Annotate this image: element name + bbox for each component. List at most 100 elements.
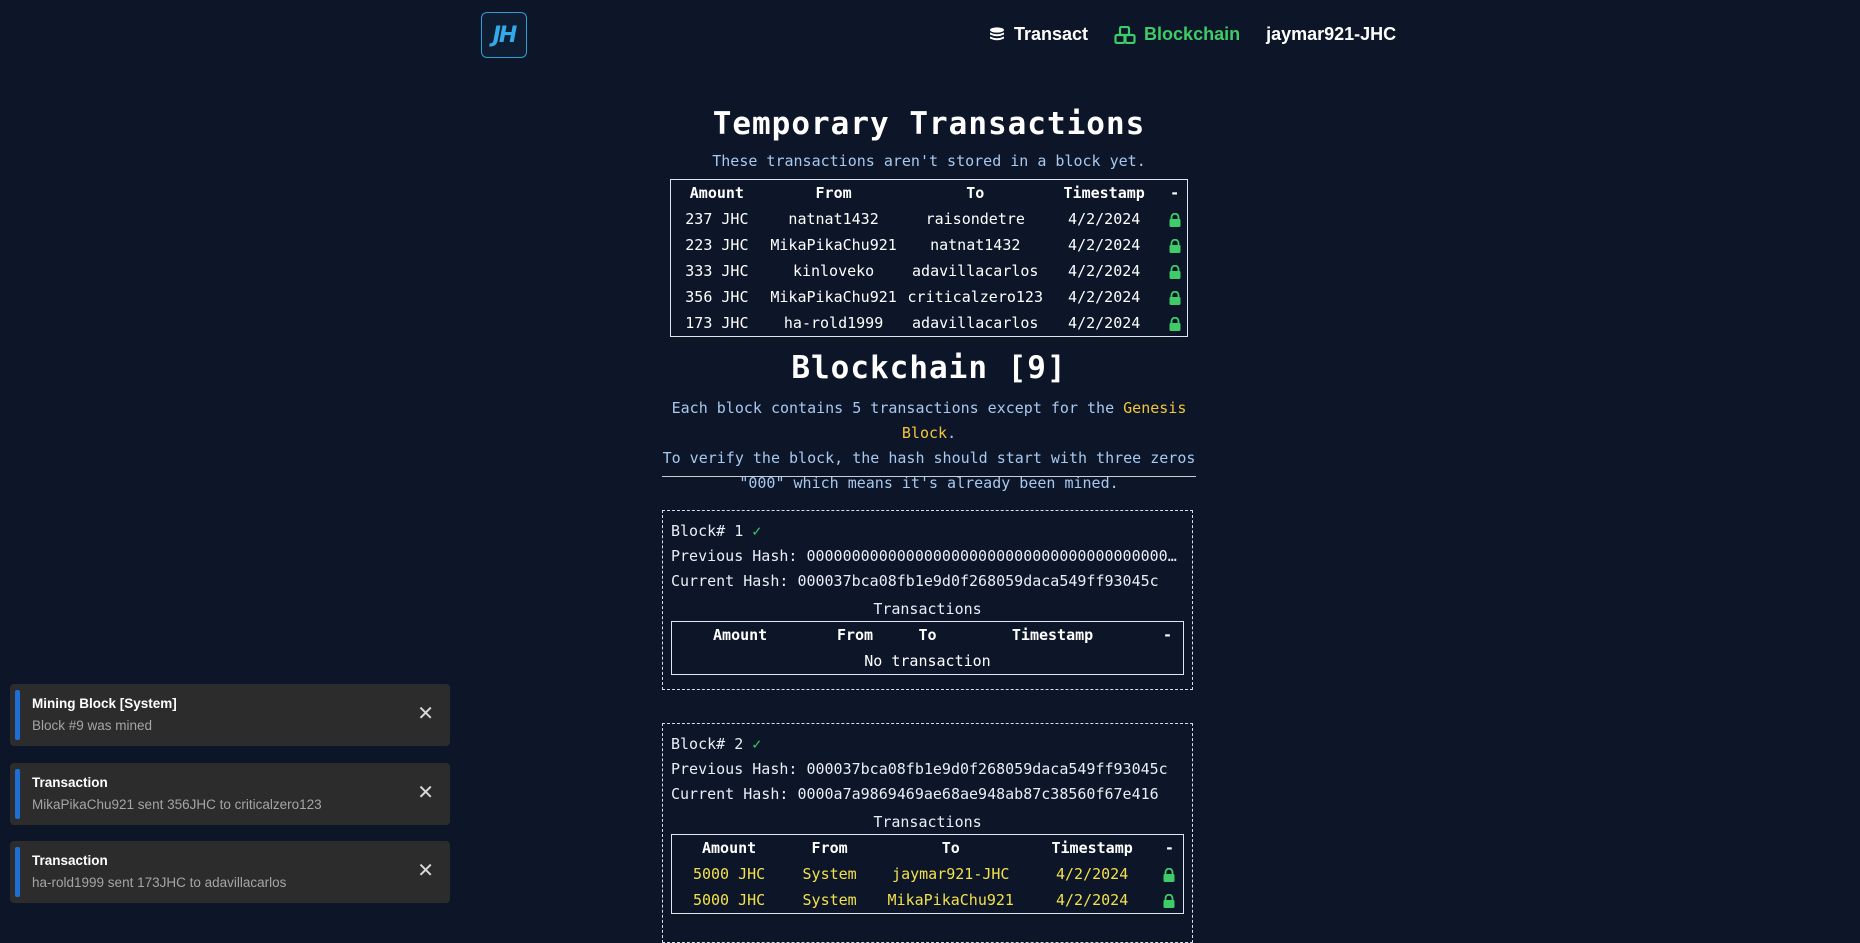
no-transaction-text: No transaction: [864, 652, 991, 670]
block-card: Block# 1 ✓ Previous Hash: 00000000000000…: [662, 510, 1193, 690]
from-cell: System: [802, 891, 857, 909]
lock-icon: [1163, 867, 1175, 882]
from-cell: System: [802, 865, 857, 883]
block-tx-table: Amount From To Timestamp - No transactio…: [671, 621, 1184, 675]
block-tx-title: Transactions: [873, 600, 982, 618]
close-icon[interactable]: ✕: [417, 783, 434, 803]
temp-table-header: Amount From To Timestamp -: [671, 180, 1188, 207]
nav-user[interactable]: jaymar921-JHC: [1266, 24, 1396, 45]
nav-transact[interactable]: Transact: [988, 24, 1088, 45]
col-timestamp: Timestamp: [1063, 184, 1145, 202]
toast-title: Transaction: [32, 775, 108, 790]
verified-check-icon: ✓: [752, 735, 762, 753]
curr-hash-line: Current Hash: 000037bca08fb1e9d0f268059d…: [671, 569, 1184, 594]
status-cell: [1162, 310, 1187, 337]
block-number: Block# 2: [671, 735, 744, 753]
toast-notification: Transaction ha-rold1999 sent 173JHC to a…: [10, 841, 450, 903]
nav-blockchain-label: Blockchain: [1144, 24, 1241, 44]
to-cell: adavillacarlos: [912, 314, 1039, 332]
timestamp-cell: 4/2/2024: [1056, 891, 1129, 909]
col-status: -: [1164, 839, 1174, 857]
prev-hash-label: Previous Hash:: [671, 760, 798, 778]
col-from: From: [836, 626, 874, 644]
table-row: 356 JHC MikaPikaChu921 criticalzero123 4/2/…: [671, 284, 1188, 310]
col-status: -: [1162, 626, 1172, 644]
table-row: 223 JHC MikaPikaChu921 natnat1432 4/2/2024: [671, 232, 1188, 258]
lock-icon: [1169, 290, 1181, 305]
temp-table-wrap: Amount From To Timestamp - 237 JHC natnat…: [670, 179, 1188, 337]
lock-icon: [1163, 893, 1175, 908]
curr-hash-line: Current Hash: 0000a7a9869469ae68ae948ab8…: [671, 782, 1184, 807]
empty-row: No transaction: [672, 648, 1184, 675]
col-to: To: [941, 839, 960, 857]
prev-hash-label: Previous Hash:: [671, 547, 798, 565]
to-cell: natnat1432: [930, 236, 1021, 254]
temp-section: Temporary Transactions These transaction…: [662, 106, 1196, 170]
status-cell: [1156, 887, 1184, 914]
toast-accent-bar: [15, 690, 20, 740]
top-nav: Transact Blockchain jaymar921-JHC: [988, 24, 1396, 45]
block-tx-header: Amount From To Timestamp -: [672, 835, 1184, 862]
table-row: 333 JHC kinloveko adavillacarlos 4/2/2024: [671, 258, 1188, 284]
temp-table: Amount From To Timestamp - 237 JHC natnat…: [670, 179, 1188, 337]
prev-hash-value: 0000000000000000000000000000000000000000…: [806, 547, 1184, 565]
block-label: Block# 1 ✓: [671, 519, 1184, 544]
coins-icon: [990, 26, 1004, 40]
table-row: 5000 JHC System jaymar921-JHC 4/2/2024: [672, 861, 1184, 887]
logo[interactable]: JH: [481, 12, 527, 58]
block-label: Block# 2 ✓: [671, 732, 1184, 757]
amount-cell: 356 JHC: [685, 288, 749, 306]
timestamp-cell: 4/2/2024: [1068, 314, 1141, 332]
temp-table-body: 237 JHC natnat1432 raisondetre 4/2/2024 223 …: [671, 206, 1188, 337]
from-cell: MikaPikaChu921: [770, 288, 897, 306]
amount-cell: 5000 JHC: [692, 891, 766, 909]
from-cell: kinloveko: [792, 262, 875, 280]
cubes-icon: [1114, 25, 1136, 44]
chain-desc-part1-end: .: [947, 424, 957, 442]
lock-icon: [1169, 212, 1181, 227]
curr-hash-value: 0000a7a9869469ae68ae948ab87c38560f67e416: [797, 785, 1159, 803]
block-tx-body: 5000 JHC System jaymar921-JHC 4/2/2024 5000 …: [672, 861, 1184, 914]
col-from: From: [815, 184, 852, 202]
timestamp-cell: 4/2/2024: [1068, 210, 1141, 228]
block-number: Block# 1: [671, 522, 744, 540]
amount-cell: 237 JHC: [685, 210, 749, 228]
toast-accent-bar: [15, 847, 20, 897]
nav-transact-label: Transact: [1014, 24, 1089, 44]
nav-blockchain[interactable]: Blockchain: [1114, 24, 1240, 45]
col-amount: Amount: [701, 839, 757, 857]
col-timestamp: Timestamp: [1051, 839, 1133, 857]
status-cell: [1156, 861, 1184, 887]
temp-subtitle: These transactions aren't stored in a bl…: [712, 152, 1146, 170]
col-to: To: [966, 184, 985, 202]
curr-hash-label: Current Hash:: [671, 785, 789, 803]
table-row: 5000 JHC System MikaPikaChu921 4/2/2024: [672, 887, 1184, 914]
block-tx-title: Transactions: [873, 813, 982, 831]
prev-hash-value: 000037bca08fb1e9d0f268059daca549ff93045c: [806, 760, 1168, 778]
timestamp-cell: 4/2/2024: [1056, 865, 1129, 883]
close-icon[interactable]: ✕: [417, 861, 434, 881]
amount-cell: 5000 JHC: [692, 865, 766, 883]
to-cell: adavillacarlos: [912, 262, 1039, 280]
col-amount: Amount: [713, 626, 768, 644]
table-row: 237 JHC natnat1432 raisondetre 4/2/2024: [671, 206, 1188, 232]
table-row: 173 JHC ha-rold1999 adavillacarlos 4/2/2024: [671, 310, 1188, 337]
timestamp-cell: 4/2/2024: [1068, 288, 1141, 306]
to-cell: raisondetre: [925, 210, 1025, 228]
to-cell: MikaPikaChu921: [887, 891, 1014, 909]
from-cell: natnat1432: [788, 210, 879, 228]
status-cell: [1162, 284, 1187, 310]
toast-message: ha-rold1999 sent 173JHC to adavillacarlo…: [32, 875, 287, 890]
col-to: To: [918, 626, 937, 644]
lock-icon: [1169, 264, 1181, 279]
chain-section: Blockchain [9] Each block contains 5 tra…: [662, 350, 1196, 496]
to-cell: jaymar921-JHC: [892, 865, 1010, 883]
col-timestamp: Timestamp: [1011, 626, 1094, 644]
close-icon[interactable]: ✕: [417, 704, 434, 724]
status-cell: [1162, 206, 1187, 232]
from-cell: MikaPikaChu921: [770, 236, 897, 254]
col-status: -: [1170, 184, 1180, 202]
chain-desc-line2: To verify the block, the hash should sta…: [662, 449, 1196, 467]
amount-cell: 333 JHC: [685, 262, 749, 280]
timestamp-cell: 4/2/2024: [1068, 236, 1141, 254]
